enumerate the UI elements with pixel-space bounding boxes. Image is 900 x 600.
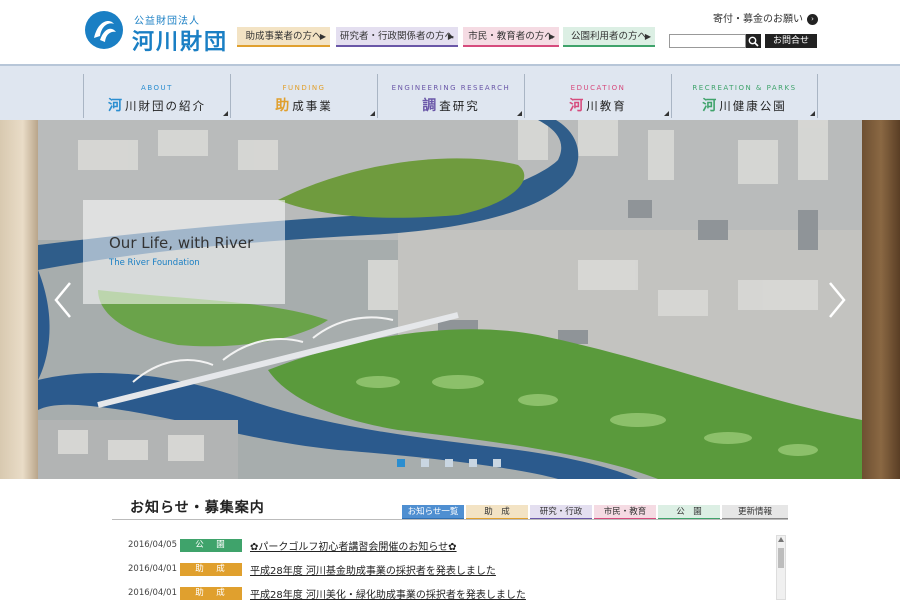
nav-item-initial: 河 bbox=[702, 98, 719, 114]
hero-caption-subtitle: The River Foundation bbox=[109, 258, 200, 268]
corner-triangle-icon bbox=[517, 111, 522, 116]
slider-dot[interactable] bbox=[397, 459, 405, 467]
nav-item-rest: 川健康公園 bbox=[719, 99, 787, 113]
nav-item-funding[interactable]: FUNDING 助成事業 bbox=[230, 74, 377, 118]
corner-triangle-icon bbox=[370, 111, 375, 116]
nav-item-initial: 河 bbox=[569, 98, 586, 114]
news-category-badge: 公 園 bbox=[180, 539, 242, 552]
nav-item-rest: 査研究 bbox=[439, 99, 480, 113]
audience-link-park-users[interactable]: 公園利用者の方へ ▶ bbox=[563, 27, 655, 47]
logo-title: 河川財団 bbox=[132, 30, 229, 55]
news-scrollbar[interactable] bbox=[776, 535, 786, 600]
nav-item-rest: 川財団の紹介 bbox=[125, 99, 206, 113]
nav-item-ja-label: 助成事業 bbox=[231, 95, 377, 115]
nav-item-rest: 川教育 bbox=[586, 99, 627, 113]
corner-arrow-icon: ▶ bbox=[319, 32, 326, 41]
nav-item-en-label: ABOUT bbox=[141, 84, 173, 92]
search-icon bbox=[748, 36, 759, 47]
corner-triangle-icon bbox=[223, 111, 228, 116]
site-logo[interactable]: 公益財団法人 河川財団 bbox=[84, 8, 234, 55]
audience-link-researchers[interactable]: 研究者・行政関係者の方へ ▶ bbox=[336, 27, 458, 47]
news-list: 2016/04/05 公 園 ✿パークゴルフ初心者講習会開催のお知らせ✿ 201… bbox=[112, 532, 772, 600]
previous-slide-peek bbox=[0, 120, 38, 479]
audience-link-citizens[interactable]: 市民・教育者の方へ ▶ bbox=[463, 27, 559, 47]
audience-link-grantees[interactable]: 助成事業者の方へ ▶ bbox=[237, 27, 330, 47]
nav-item-education[interactable]: EDUCATION 河川教育 bbox=[524, 74, 671, 118]
audience-link-label: 研究者・行政関係者の方へ bbox=[339, 31, 454, 42]
news-section-title: お知らせ・募集案内 bbox=[130, 500, 265, 516]
news-category-badge: 助 成 bbox=[180, 587, 242, 600]
corner-arrow-icon: ▶ bbox=[447, 32, 454, 41]
nav-item-rest: 成事業 bbox=[292, 99, 333, 113]
nav-item-en-label: FUNDING bbox=[282, 84, 326, 92]
news-date: 2016/04/01 bbox=[128, 564, 177, 574]
news-date: 2016/04/05 bbox=[128, 540, 177, 550]
news-link[interactable]: 平成28年度 河川基金助成事業の採択者を発表しました bbox=[250, 562, 496, 577]
news-date: 2016/04/01 bbox=[128, 588, 177, 598]
nav-item-about[interactable]: ABOUT 河川財団の紹介 bbox=[83, 74, 230, 118]
hero-caption-title: Our Life, with River bbox=[109, 234, 254, 252]
nav-item-initial: 助 bbox=[275, 98, 292, 114]
nav-item-parks[interactable]: RECREATION & PARKS 河川健康公園 bbox=[671, 74, 818, 118]
nav-item-ja-label: 調査研究 bbox=[378, 95, 524, 115]
news-tab-education[interactable]: 市民・教育 bbox=[594, 505, 656, 520]
slider-dot[interactable] bbox=[445, 459, 453, 467]
news-link[interactable]: ✿パークゴルフ初心者講習会開催のお知らせ✿ bbox=[250, 538, 457, 553]
news-item: 2016/04/05 公 園 ✿パークゴルフ初心者講習会開催のお知らせ✿ bbox=[112, 538, 772, 554]
site-header: 公益財団法人 河川財団 助成事業者の方へ ▶ 研究者・行政関係者の方へ ▶ 市民… bbox=[0, 0, 900, 64]
slider-dot[interactable] bbox=[493, 459, 501, 467]
news-divider bbox=[112, 519, 788, 520]
news-item: 2016/04/01 助 成 平成28年度 河川美化・緑化助成事業の採択者を発表… bbox=[112, 586, 772, 600]
nav-item-initial: 調 bbox=[422, 98, 439, 114]
news-tab-funding[interactable]: 助 成 bbox=[466, 505, 528, 520]
contact-button[interactable]: お問合せ bbox=[765, 34, 817, 48]
corner-triangle-icon bbox=[664, 111, 669, 116]
corner-arrow-icon: ▶ bbox=[644, 32, 651, 41]
slider-pagination bbox=[397, 452, 517, 467]
nav-item-initial: 河 bbox=[108, 98, 124, 114]
scroll-up-icon[interactable] bbox=[778, 537, 784, 542]
logo-mark-icon bbox=[85, 11, 123, 49]
arrow-circle-icon: › bbox=[807, 13, 818, 25]
audience-link-label: 助成事業者の方へ bbox=[245, 31, 322, 42]
slider-next-arrow-icon[interactable] bbox=[826, 280, 848, 320]
audience-link-label: 市民・教育者の方へ bbox=[468, 31, 554, 42]
slider-dot[interactable] bbox=[469, 459, 477, 467]
nav-item-en-label: RECREATION & PARKS bbox=[692, 84, 797, 92]
news-tab-parks[interactable]: 公 園 bbox=[658, 505, 720, 520]
nav-item-research[interactable]: ENGINEERING RESEARCH 調査研究 bbox=[377, 74, 524, 118]
audience-link-label: 公園利用者の方へ bbox=[570, 31, 647, 42]
nav-item-en-label: ENGINEERING RESEARCH bbox=[391, 84, 511, 92]
global-nav: ABOUT 河川財団の紹介 FUNDING 助成事業 ENGINEERING R… bbox=[0, 64, 900, 120]
news-tab-research[interactable]: 研究・行政 bbox=[530, 505, 592, 520]
news-tab-all[interactable]: お知らせ一覧 bbox=[402, 505, 464, 520]
search-input[interactable] bbox=[669, 34, 746, 48]
next-slide-peek bbox=[862, 120, 900, 479]
scrollbar-thumb[interactable] bbox=[778, 548, 784, 568]
nav-item-ja-label: 河川財団の紹介 bbox=[84, 95, 230, 115]
corner-triangle-icon bbox=[810, 111, 815, 116]
nav-item-ja-label: 河川教育 bbox=[525, 95, 671, 115]
slider-prev-arrow-icon[interactable] bbox=[52, 280, 74, 320]
donation-link[interactable]: 寄付・募金のお願い › bbox=[713, 10, 818, 25]
search-button[interactable] bbox=[746, 34, 761, 48]
news-link[interactable]: 平成28年度 河川美化・緑化助成事業の採択者を発表しました bbox=[250, 586, 526, 600]
news-item: 2016/04/01 助 成 平成28年度 河川基金助成事業の採択者を発表しまし… bbox=[112, 562, 772, 578]
slider-dot[interactable] bbox=[421, 459, 429, 467]
news-category-badge: 助 成 bbox=[180, 563, 242, 576]
news-tab-updates[interactable]: 更新情報 bbox=[722, 505, 788, 520]
hero-slider: Our Life, with River The River Foundatio… bbox=[0, 120, 900, 479]
corner-arrow-icon: ▶ bbox=[548, 32, 555, 41]
nav-item-ja-label: 河川健康公園 bbox=[672, 95, 817, 115]
nav-item-en-label: EDUCATION bbox=[570, 84, 626, 92]
hero-caption: Our Life, with River The River Foundatio… bbox=[83, 200, 285, 304]
donation-label: 寄付・募金のお願い bbox=[713, 14, 803, 25]
